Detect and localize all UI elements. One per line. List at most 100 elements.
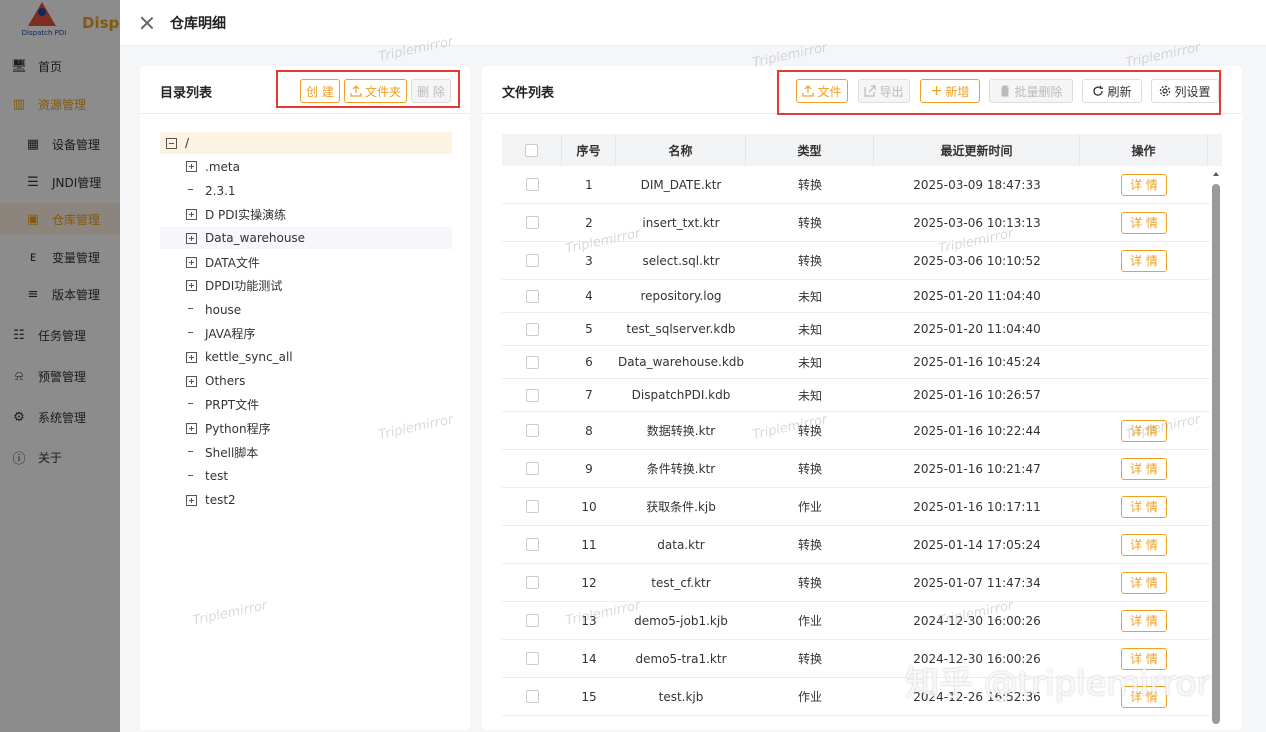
row-select-cell	[502, 166, 562, 203]
table-row[interactable]: 14 demo5-tra1.ktr 转换 2024-12-30 16:00:26 详 情	[502, 640, 1210, 678]
tree-node[interactable]: PRPT文件	[160, 394, 452, 416]
leaf-spacer	[186, 328, 197, 339]
directory-list-title: 目录列表	[160, 86, 213, 101]
row-checkbox[interactable]	[525, 576, 539, 589]
tree-node[interactable]: DATA文件	[160, 251, 452, 273]
leaf-spacer	[186, 471, 197, 482]
row-checkbox[interactable]	[525, 614, 539, 627]
row-checkbox[interactable]	[525, 690, 539, 703]
select-all-checkbox[interactable]	[525, 143, 538, 157]
batch-delete-button[interactable]: 批量删除	[989, 79, 1073, 103]
row-checkbox[interactable]	[525, 388, 539, 402]
tree-node-label: 2.3.1	[205, 183, 236, 198]
tree-node-label: .meta	[205, 159, 240, 174]
table-row[interactable]: 10 获取条件.kjb 作业 2025-01-16 10:17:11 详 情	[502, 488, 1210, 526]
table-row[interactable]: 6 Data_warehouse.kdb 未知 2025-01-16 10:45:24	[502, 346, 1210, 379]
expand-icon[interactable]	[186, 375, 197, 387]
collapse-icon[interactable]	[166, 137, 177, 149]
col-header-gutter	[1208, 134, 1222, 166]
updated-time: 2025-01-16 10:45:24	[913, 355, 1041, 369]
expand-icon[interactable]	[186, 161, 197, 173]
table-row[interactable]: 2 insert_txt.ktr 转换 2025-03-06 10:13:13 详 情	[502, 204, 1210, 242]
table-row[interactable]: 1 DIM_DATE.ktr 转换 2025-03-09 18:47:33 详 情	[502, 166, 1210, 204]
row-number: 4	[585, 289, 593, 303]
tree-node[interactable]: Data_warehouse	[160, 227, 452, 250]
row-number: 2	[585, 215, 593, 230]
row-action-cell: 详 情	[1080, 166, 1208, 203]
expand-icon[interactable]	[186, 232, 197, 244]
upload-file-button[interactable]: 文件	[796, 79, 848, 103]
updated-time: 2025-01-16 10:22:44	[913, 423, 1041, 438]
tree-node[interactable]: DPDI功能测试	[160, 275, 452, 297]
updated-time: 2024-12-30 16:00:26	[913, 651, 1041, 666]
create-button[interactable]: 创 建	[300, 79, 340, 103]
detail-button[interactable]: 详 情	[1121, 457, 1167, 480]
expand-icon[interactable]	[186, 256, 197, 268]
table-row[interactable]: 8 数据转换.ktr 转换 2025-01-16 10:22:44 详 情	[502, 412, 1210, 450]
detail-button[interactable]: 详 情	[1121, 571, 1167, 594]
row-checkbox[interactable]	[525, 538, 539, 551]
updated-time: 2025-03-06 10:10:52	[913, 253, 1041, 268]
delete-button[interactable]: 删 除	[411, 79, 451, 103]
refresh-button[interactable]: 刷新	[1082, 79, 1142, 103]
tree-node[interactable]: /	[160, 132, 452, 154]
table-row[interactable]: 15 test.kjb 作业 2024-12-26 16:52:36 详 情	[502, 678, 1210, 716]
tree-node[interactable]: test	[160, 465, 452, 487]
detail-button[interactable]: 详 情	[1121, 685, 1167, 708]
row-checkbox[interactable]	[525, 254, 539, 267]
expand-icon[interactable]	[186, 423, 197, 435]
export-button[interactable]: 导出	[858, 79, 910, 103]
table-row[interactable]: 9 条件转换.ktr 转换 2025-01-16 10:21:47 详 情	[502, 450, 1210, 488]
tree-node-label: test	[205, 469, 229, 484]
tree-node[interactable]: Others	[160, 370, 452, 392]
detail-button[interactable]: 详 情	[1121, 249, 1167, 272]
tree-node[interactable]: .meta	[160, 156, 452, 178]
tree-node[interactable]: Python程序	[160, 418, 452, 440]
detail-button[interactable]: 详 情	[1121, 419, 1167, 442]
expand-icon[interactable]	[186, 280, 197, 292]
scroll-thumb[interactable]	[1212, 184, 1220, 724]
tree-node[interactable]: kettle_sync_all	[160, 346, 452, 368]
row-checkbox[interactable]	[525, 355, 539, 369]
row-number: 5	[585, 322, 593, 336]
row-checkbox[interactable]	[525, 216, 539, 229]
row-checkbox[interactable]	[525, 289, 539, 303]
tree-node[interactable]: D PDI实操演练	[160, 203, 452, 225]
detail-button[interactable]: 详 情	[1121, 211, 1167, 234]
row-checkbox[interactable]	[525, 178, 539, 191]
row-checkbox[interactable]	[525, 424, 539, 437]
detail-button[interactable]: 详 情	[1121, 173, 1167, 196]
table-row[interactable]: 12 test_cf.ktr 转换 2025-01-07 11:47:34 详 情	[502, 564, 1210, 602]
table-row[interactable]: 4 repository.log 未知 2025-01-20 11:04:40	[502, 280, 1210, 313]
detail-button[interactable]: 详 情	[1121, 647, 1167, 670]
add-button[interactable]: + 新增	[920, 79, 980, 103]
row-checkbox[interactable]	[525, 500, 539, 513]
column-settings-button[interactable]: 列设置	[1151, 79, 1219, 103]
expand-icon[interactable]	[186, 208, 197, 220]
tree-node[interactable]: 2.3.1	[160, 180, 452, 202]
row-checkbox[interactable]	[525, 322, 539, 336]
detail-button[interactable]: 详 情	[1121, 495, 1167, 518]
row-action-cell: 详 情	[1080, 412, 1208, 449]
row-number: 14	[581, 651, 597, 666]
table-row[interactable]: 13 demo5-job1.kjb 作业 2024-12-30 16:00:26 详 情	[502, 602, 1210, 640]
tree-node[interactable]: house	[160, 299, 452, 321]
expand-icon[interactable]	[186, 351, 197, 363]
table-row[interactable]: 7 DispatchPDI.kdb 未知 2025-01-16 10:26:57	[502, 379, 1210, 412]
table-row[interactable]: 5 test_sqlserver.kdb 未知 2025-01-20 11:04:40	[502, 313, 1210, 346]
table-row[interactable]: 3 select.sql.ktr 转换 2025-03-06 10:10:52 详 情	[502, 242, 1210, 280]
upload-folder-button[interactable]: 文件夹	[344, 79, 407, 103]
tree-node[interactable]: JAVA程序	[160, 322, 452, 344]
row-checkbox[interactable]	[525, 462, 539, 475]
table-scrollbar[interactable]	[1210, 166, 1222, 724]
row-checkbox[interactable]	[525, 652, 539, 665]
updated-time: 2025-01-07 11:47:34	[913, 575, 1041, 590]
detail-button[interactable]: 详 情	[1121, 609, 1167, 632]
scroll-up-icon[interactable]	[1213, 172, 1219, 176]
table-row[interactable]: 11 data.ktr 转换 2025-01-14 17:05:24 详 情	[502, 526, 1210, 564]
detail-button[interactable]: 详 情	[1121, 533, 1167, 556]
close-icon[interactable]	[140, 16, 154, 30]
expand-icon[interactable]	[186, 494, 197, 506]
tree-node[interactable]: Shell脚本	[160, 441, 452, 463]
tree-node[interactable]: test2	[160, 489, 452, 511]
